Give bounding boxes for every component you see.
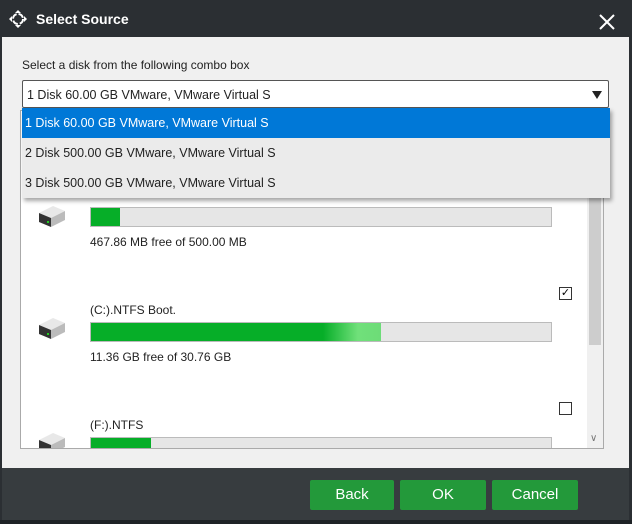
partition-item: ✓ (C:).NTFS Boot. 11.36 GB free of 30.76… — [21, 281, 591, 391]
partition-checkbox[interactable]: ✓ — [559, 287, 572, 300]
dialog-title: Select Source — [36, 11, 129, 27]
drive-icon — [39, 433, 65, 448]
free-space-text: 467.86 MB free of 500.00 MB — [90, 235, 247, 249]
usage-fill — [91, 438, 151, 448]
usage-bar — [90, 437, 552, 448]
select-source-dialog: Select Source Select a disk from the fol… — [0, 0, 632, 520]
combo-option-3[interactable]: 3 Disk 500.00 GB VMware, VMware Virtual … — [22, 168, 610, 198]
usage-bar — [90, 322, 552, 342]
instruction-label: Select a disk from the following combo b… — [22, 58, 250, 72]
usage-fill — [91, 208, 121, 226]
usage-fill — [91, 323, 381, 341]
combo-option-2[interactable]: 2 Disk 500.00 GB VMware, VMware Virtual … — [22, 138, 610, 168]
close-icon[interactable] — [598, 13, 616, 31]
scroll-down-icon[interactable]: ∨ — [590, 433, 597, 444]
drive-icon — [39, 206, 65, 227]
usage-bar — [90, 207, 552, 227]
partition-name: (C:).NTFS Boot. — [90, 303, 177, 317]
combo-value: 1 Disk 60.00 GB VMware, VMware Virtual S — [27, 88, 271, 102]
dropdown-arrow-icon[interactable] — [592, 91, 602, 99]
combo-option-1[interactable]: 1 Disk 60.00 GB VMware, VMware Virtual S — [22, 108, 610, 138]
ok-button[interactable]: OK — [400, 480, 486, 510]
app-arrows-icon — [9, 10, 27, 28]
back-button[interactable]: Back — [310, 480, 394, 510]
title-bar: Select Source — [0, 0, 632, 37]
partition-name: (F:).NTFS — [90, 418, 144, 432]
disk-combo-box[interactable]: 1 Disk 60.00 GB VMware, VMware Virtual S — [22, 80, 609, 108]
drive-icon — [39, 318, 65, 339]
partition-checkbox[interactable] — [559, 402, 572, 415]
cancel-button[interactable]: Cancel — [492, 480, 578, 510]
partition-item: (F:).NTFS — [21, 396, 591, 448]
free-space-text: 11.36 GB free of 30.76 GB — [90, 350, 232, 364]
combo-dropdown-list: 1 Disk 60.00 GB VMware, VMware Virtual S… — [22, 108, 610, 198]
